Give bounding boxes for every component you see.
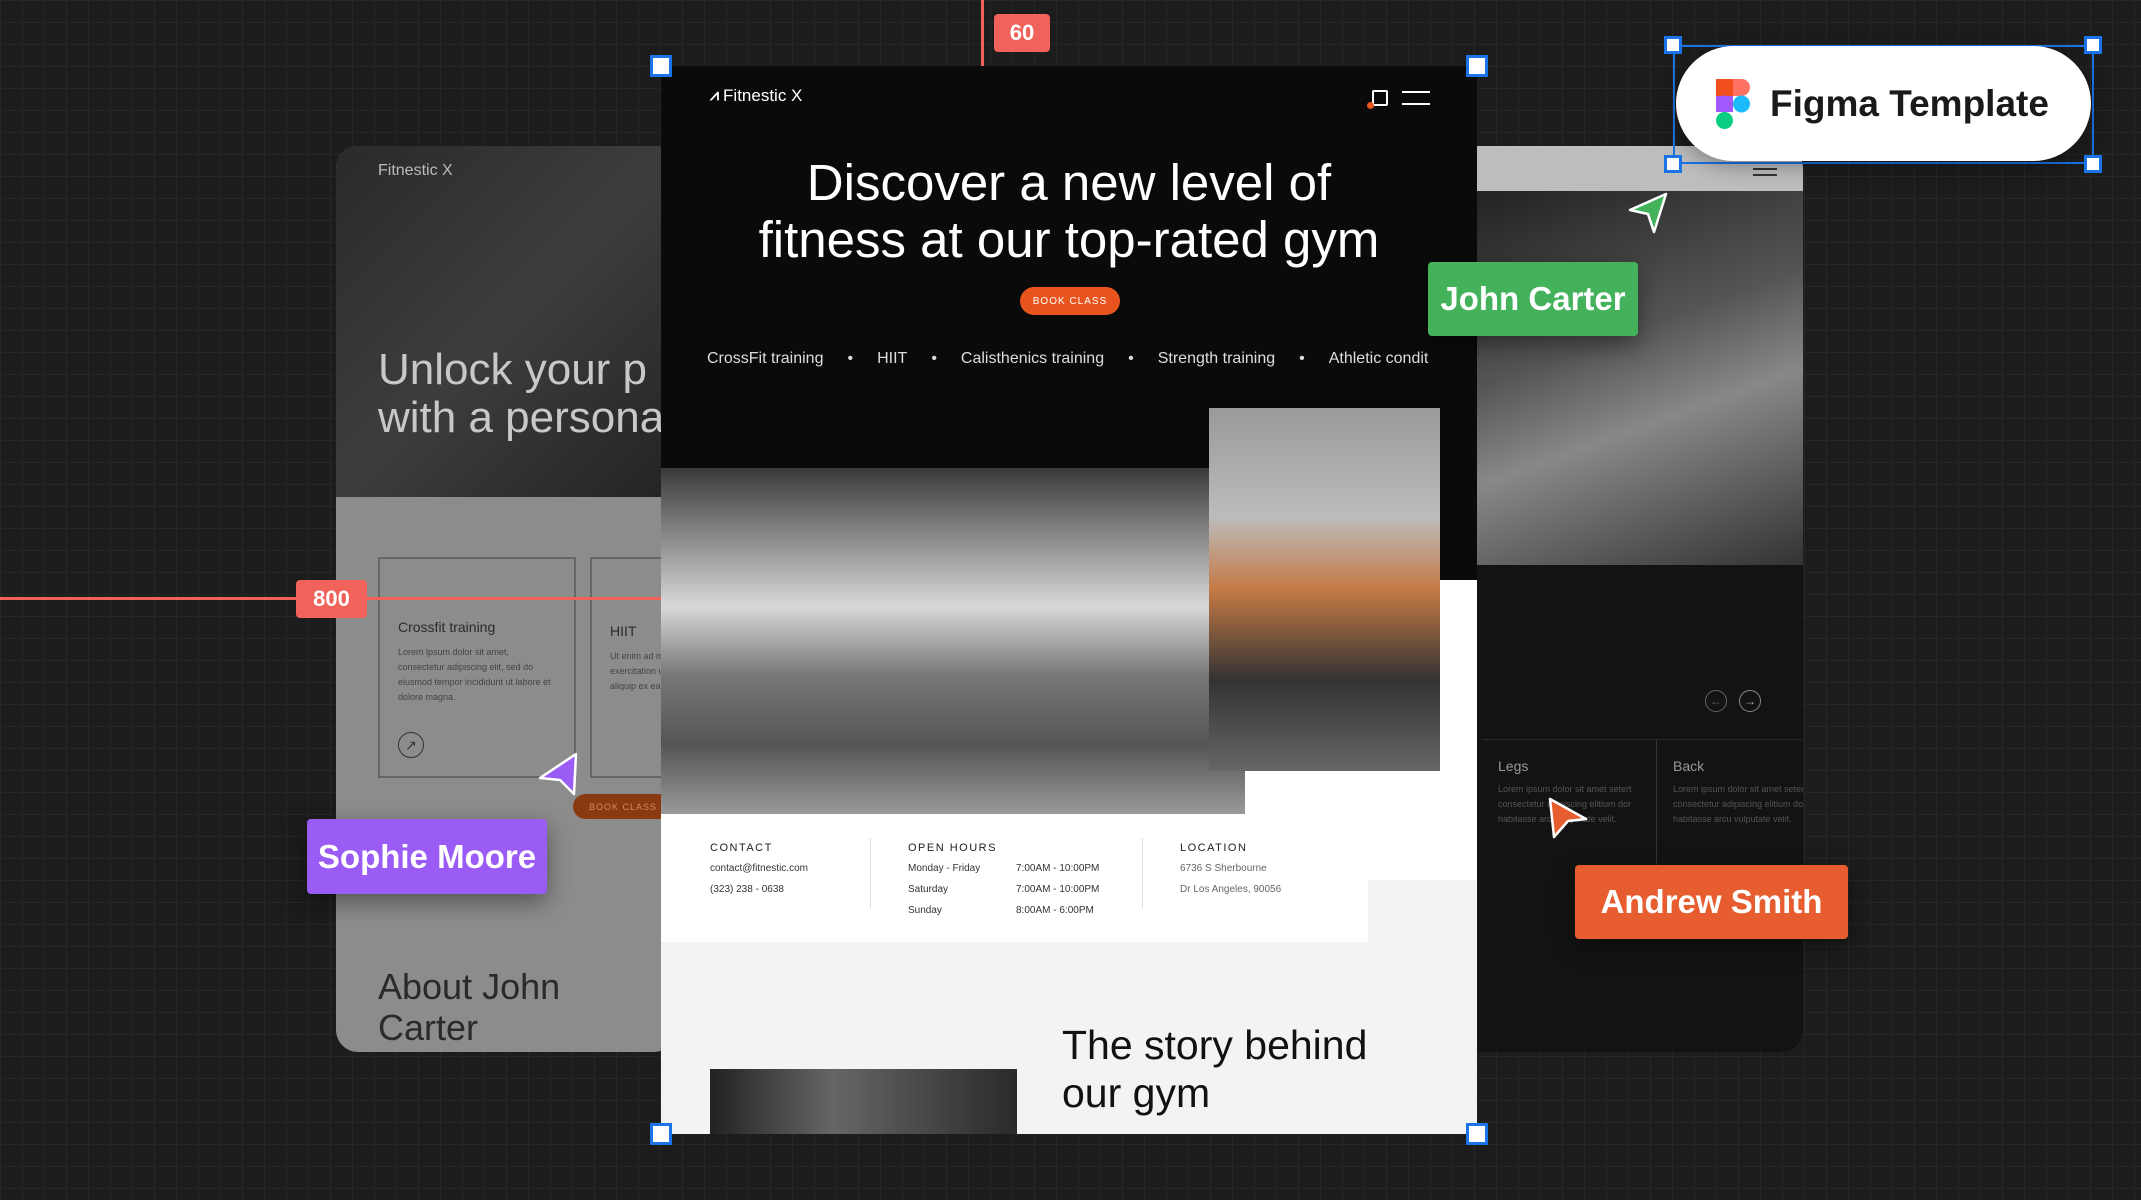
selection-handle[interactable] (1466, 1123, 1488, 1145)
services-marquee: CrossFit training • HIIT • Calisthenics tr… (707, 350, 1429, 368)
cart-icon[interactable] (1372, 90, 1388, 106)
card-title: Back (1673, 758, 1705, 774)
selection-handle[interactable] (650, 55, 672, 77)
headline: Discover a new level of fitness at our t… (661, 154, 1477, 268)
contact-phone[interactable]: (323) 238 - 0638 (710, 879, 808, 900)
selection-handle[interactable] (650, 1123, 672, 1145)
selection-handle[interactable] (1664, 155, 1682, 173)
selection-handle[interactable] (2084, 36, 2102, 54)
prev-arrow-icon[interactable]: ← (1705, 690, 1727, 712)
day: Saturday (908, 884, 949, 895)
card-text: Lorem ipsum dolor sit amet, consectetur … (398, 647, 551, 702)
battle-ropes-photo (1477, 191, 1803, 565)
hours: 7:00AM - 10:00PM (1016, 863, 1100, 874)
collaborator-label-john-carter: John Carter (1428, 262, 1638, 336)
about-heading: About John Carter (378, 966, 561, 1048)
gym-interior-photo (661, 468, 1245, 814)
contact-email[interactable]: contact@fitnestic.com (710, 858, 808, 879)
book-class-button[interactable]: BOOK CLASS (1020, 287, 1120, 315)
headline-line-1: Discover a new level of (806, 154, 1332, 211)
measure-badge-top: 60 (994, 14, 1050, 52)
day: Monday - Friday (908, 863, 981, 874)
menu-icon[interactable] (1753, 168, 1777, 176)
service-item[interactable]: HIIT (877, 350, 907, 368)
arrow-icon[interactable]: ↗ (398, 732, 424, 758)
hero-line-2: with a persona (378, 393, 665, 442)
next-arrow-icon[interactable]: → (1739, 690, 1761, 712)
cursor-icon (1548, 797, 1588, 839)
selection-handle[interactable] (1466, 55, 1488, 77)
figma-logo-icon (1716, 78, 1750, 129)
cursor-icon (538, 752, 578, 796)
collaborator-label-andrew-smith: Andrew Smith (1575, 865, 1848, 939)
card-title: Crossfit training (398, 619, 496, 635)
card-text: Lorem ipsum dolor sit amet setert consec… (1673, 784, 1803, 824)
service-item[interactable]: CrossFit training (707, 350, 823, 368)
logo: Fitnestic X (378, 162, 453, 179)
hours: 7:00AM - 10:00PM (1016, 884, 1100, 895)
day: Sunday (908, 905, 942, 916)
figma-template-label: Figma Template (1770, 82, 2049, 124)
book-class-button[interactable]: BOOK CLASS (573, 794, 673, 819)
service-item[interactable]: Calisthenics training (961, 350, 1104, 368)
story-heading: The story behind our gym (1062, 1022, 1368, 1116)
figma-template-badge: Figma Template (1676, 46, 2091, 161)
logo-icon: ⩘ (710, 87, 720, 104)
logo-text: Fitnestic X (723, 86, 803, 105)
selection-handle[interactable] (2084, 155, 2102, 173)
cursor-icon (1628, 192, 1668, 234)
story-photo (710, 1069, 1017, 1134)
contact-title: CONTACT (710, 842, 773, 854)
service-item[interactable]: Athletic condit (1329, 350, 1429, 368)
hours: 8:00AM - 6:00PM (1016, 905, 1094, 916)
selection-handle[interactable] (1664, 36, 1682, 54)
collaborator-label-sophie-moore: Sophie Moore (307, 819, 547, 894)
service-card[interactable]: Crossfit training Lorem ipsum dolor sit … (378, 557, 576, 778)
measure-badge-left: 800 (296, 580, 367, 618)
main-page-frame: ⩘ Fitnestic X Discover a new level of fit… (661, 66, 1477, 1134)
trainer-photo (1209, 408, 1440, 771)
service-item[interactable]: Strength training (1158, 350, 1275, 368)
info-section: CONTACT contact@fitnestic.com (323) 238 … (661, 814, 1368, 942)
address-line: 6736 S Sherbourne (1180, 863, 1267, 874)
menu-icon[interactable] (1402, 91, 1430, 105)
hero-line-1: Unlock your p (378, 345, 648, 394)
address-line: Dr Los Angeles, 90056 (1180, 884, 1282, 895)
hours-title: OPEN HOURS (908, 842, 997, 854)
headline-line-2: fitness at our top-rated gym (758, 211, 1380, 268)
logo: ⩘ Fitnestic X (710, 86, 802, 106)
location-title: LOCATION (1180, 842, 1248, 854)
card-title: Legs (1498, 758, 1529, 774)
hero-text: Unlock your p with a persona (378, 346, 664, 442)
vertical-guide (981, 0, 984, 66)
